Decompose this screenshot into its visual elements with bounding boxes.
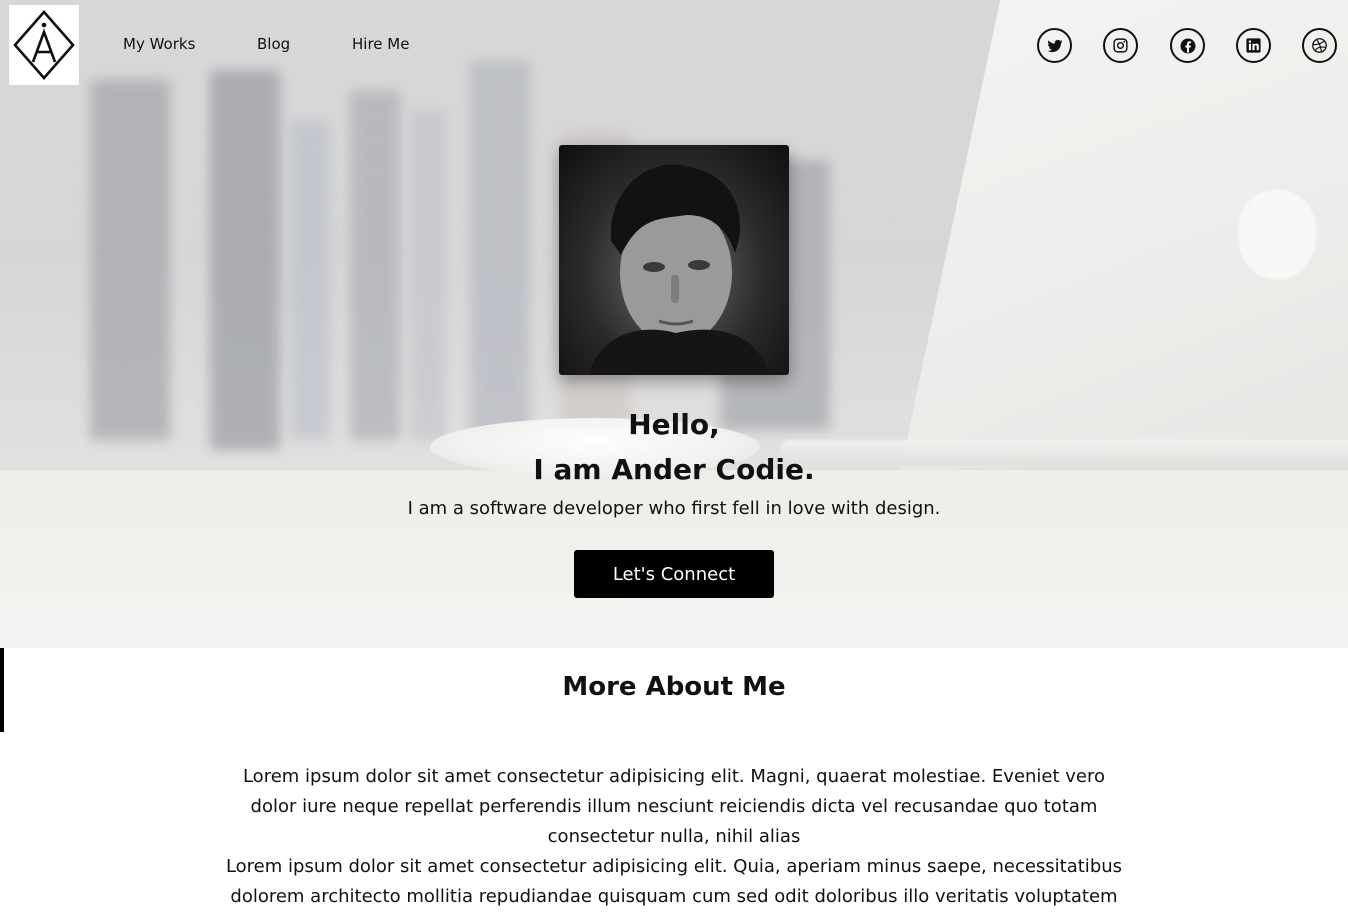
tagline-text: I am a software developer who first fell…	[407, 498, 941, 519]
facebook-icon[interactable]	[1170, 28, 1205, 63]
nav-hire-me[interactable]: Hire Me	[352, 35, 409, 53]
linkedin-icon[interactable]	[1236, 28, 1271, 63]
lets-connect-button[interactable]: Let's Connect	[574, 550, 774, 598]
about-paragraph-1: Lorem ipsum dolor sit amet consectetur a…	[242, 766, 1106, 847]
about-body: Lorem ipsum dolor sit amet consectetur a…	[224, 762, 1124, 912]
instagram-icon[interactable]	[1103, 28, 1138, 63]
greeting-heading: Hello,	[628, 408, 720, 441]
about-paragraph-2: Lorem ipsum dolor sit amet consectetur a…	[225, 856, 1123, 907]
name-heading: I am Ander Codie.	[533, 453, 815, 486]
logo-mark-icon	[13, 10, 75, 80]
twitter-icon[interactable]	[1037, 28, 1072, 63]
nav-blog[interactable]: Blog	[257, 35, 290, 53]
nav-my-works[interactable]: My Works	[123, 35, 195, 53]
about-title: More About Me	[562, 672, 786, 702]
dribbble-icon[interactable]	[1302, 28, 1337, 63]
profile-photo	[559, 145, 789, 375]
site-logo[interactable]	[9, 5, 79, 85]
